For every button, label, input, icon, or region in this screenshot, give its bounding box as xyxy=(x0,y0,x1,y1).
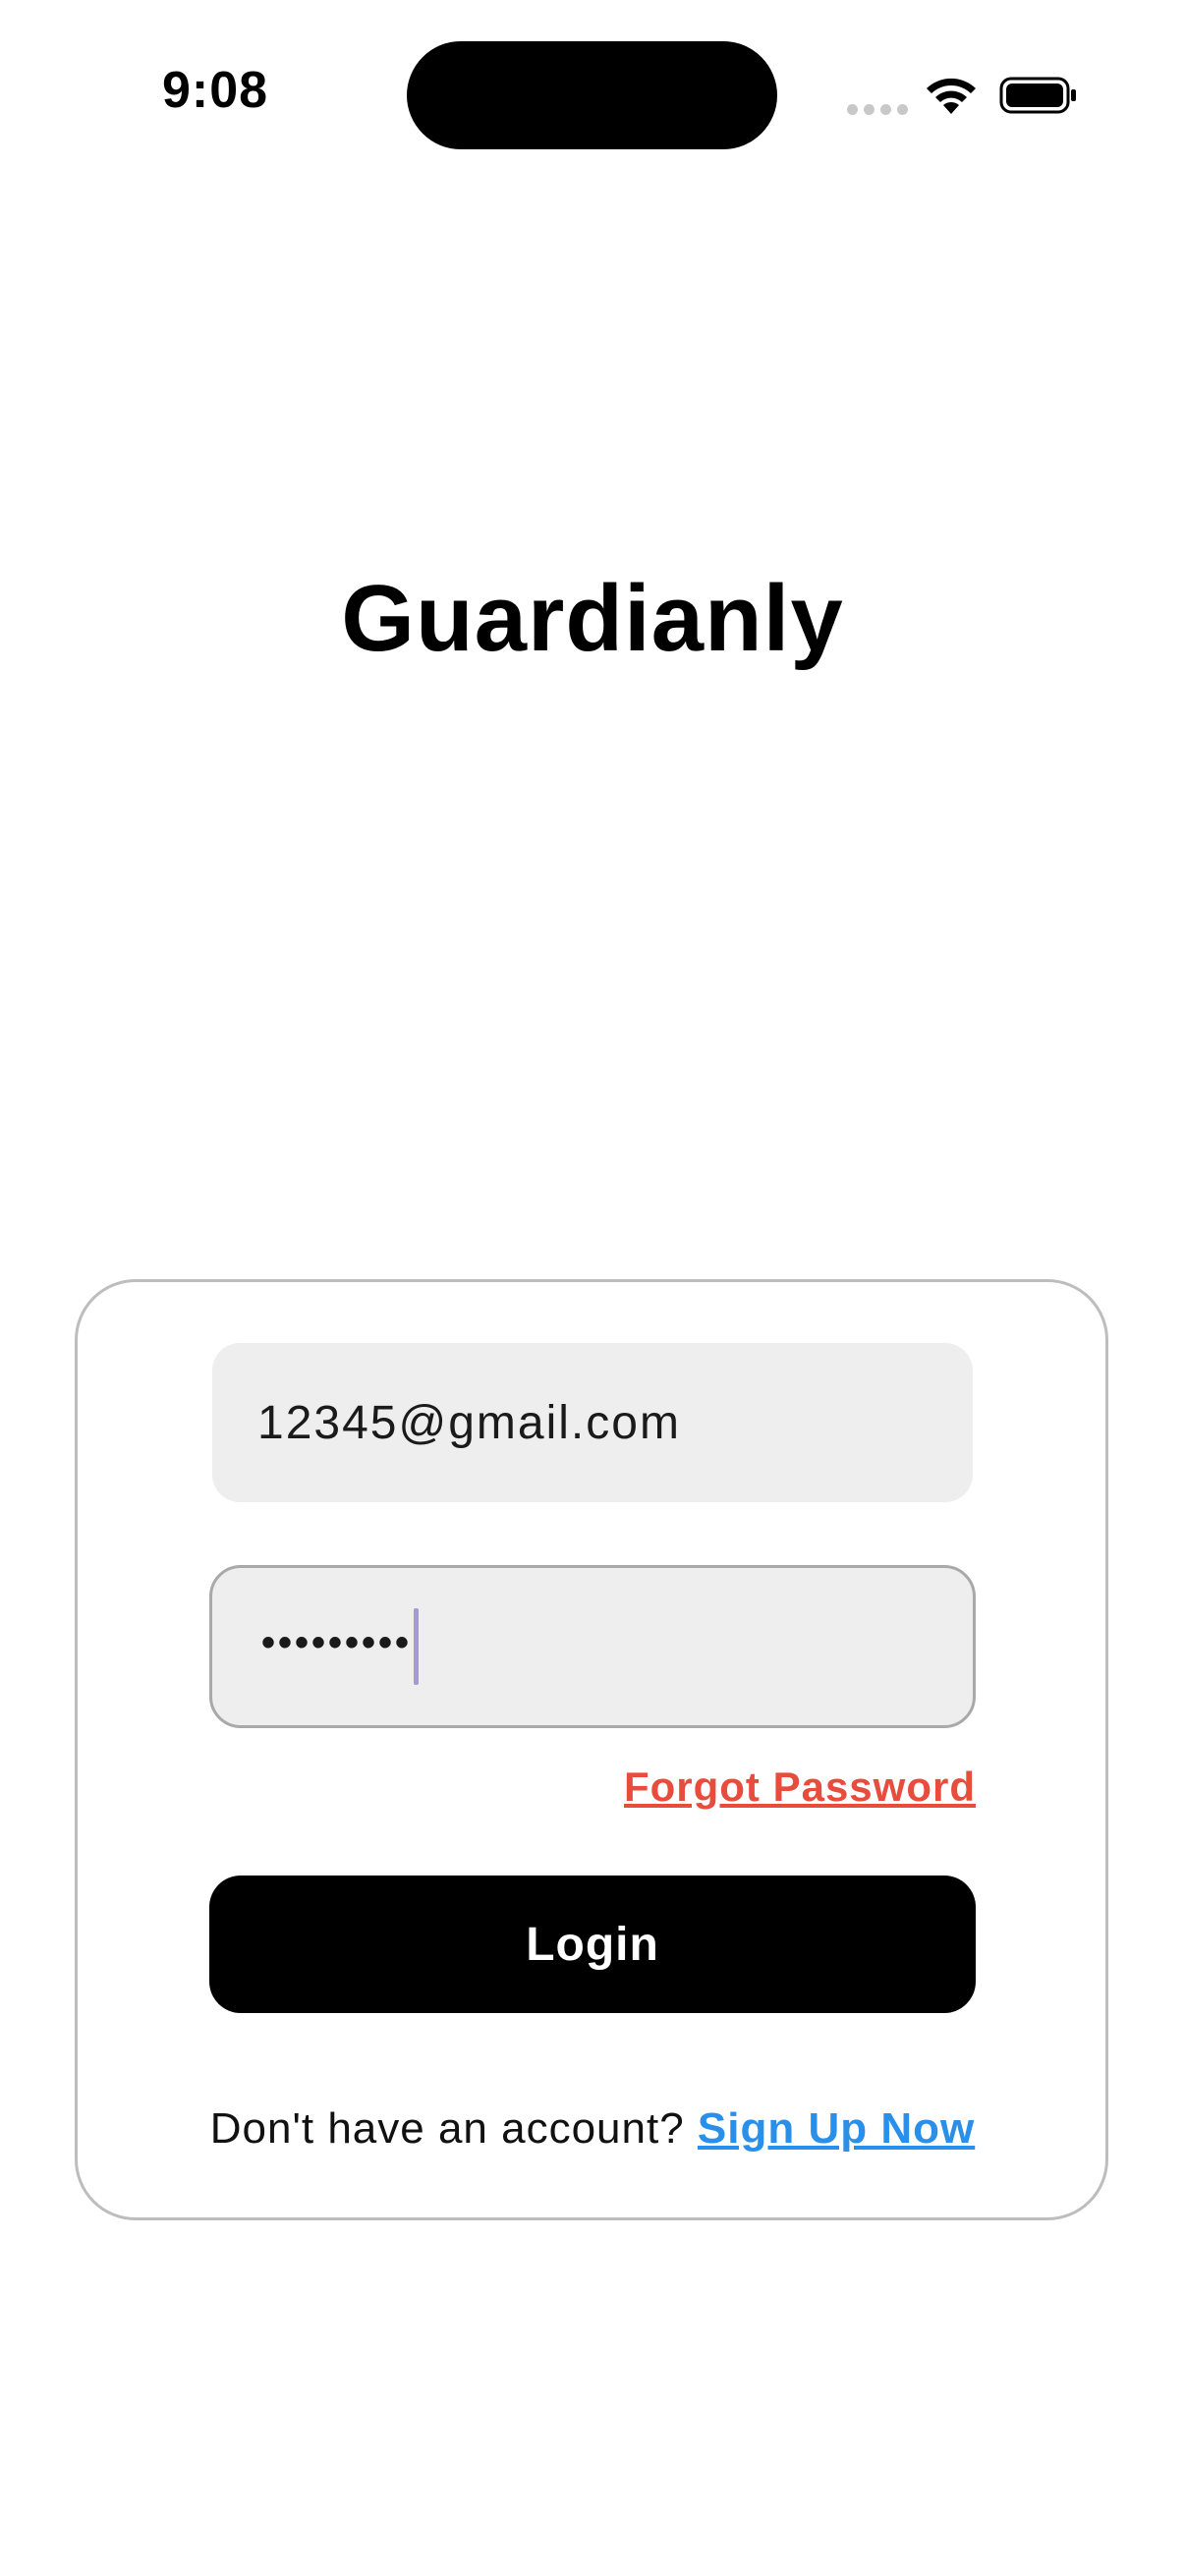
signup-link[interactable]: Sign Up Now xyxy=(698,2104,975,2153)
email-value: 12345@gmail.com xyxy=(257,1396,681,1449)
app-title: Guardianly xyxy=(341,566,844,671)
forgot-password-link[interactable]: Forgot Password xyxy=(624,1764,976,1811)
wifi-icon xyxy=(927,78,976,114)
battery-icon xyxy=(999,77,1076,114)
status-time: 9:08 xyxy=(162,62,269,119)
signup-row: Don't have an account? Sign Up Now xyxy=(0,2104,1185,2154)
cellular-signal-icon xyxy=(847,102,908,116)
dynamic-island xyxy=(407,41,777,149)
login-button[interactable]: Login xyxy=(209,1876,976,2013)
password-field[interactable]: ••••••••• xyxy=(209,1565,976,1728)
text-caret xyxy=(414,1608,420,1685)
signup-prompt: Don't have an account? xyxy=(209,2104,698,2153)
email-field[interactable]: 12345@gmail.com xyxy=(212,1343,973,1502)
password-value: ••••••••• xyxy=(261,1620,413,1664)
